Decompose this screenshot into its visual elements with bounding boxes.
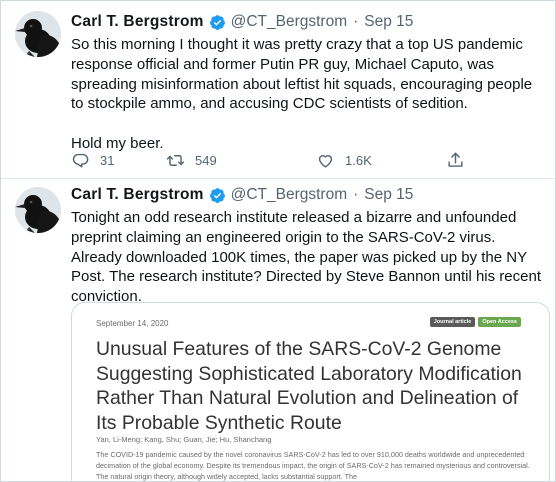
retweet-button[interactable]: 549 bbox=[166, 149, 217, 171]
timeline: Carl T. Bergstrom @CT_Bergstrom · Sep 15… bbox=[0, 0, 556, 482]
crow-avatar-icon bbox=[15, 187, 61, 233]
crow-avatar-icon bbox=[15, 11, 61, 57]
avatar[interactable] bbox=[15, 187, 61, 233]
paper-authors: Yan, Li-Meng; Kang, Shu; Guan, Jie; Hu, … bbox=[96, 435, 272, 444]
avatar[interactable] bbox=[15, 11, 61, 57]
journal-article-badge: Journal article bbox=[429, 317, 476, 327]
reply-button[interactable]: 31 bbox=[71, 149, 114, 171]
like-icon bbox=[318, 154, 333, 168]
retweet-icon bbox=[166, 154, 185, 166]
separator-dot: · bbox=[353, 186, 359, 203]
paper-badges: Journal article Open Access bbox=[429, 317, 521, 327]
tweet-header: Carl T. Bergstrom @CT_Bergstrom · Sep 15 bbox=[71, 11, 413, 33]
like-button[interactable]: 1.6K bbox=[316, 149, 372, 171]
author-name[interactable]: Carl T. Bergstrom bbox=[71, 186, 204, 204]
paper-abstract: The COVID-19 pandemic caused by the nove… bbox=[96, 450, 530, 481]
tweet-text: Tonight an odd research institute releas… bbox=[71, 209, 546, 306]
paper-date: September 14, 2020 bbox=[96, 319, 169, 328]
paper-preview-card[interactable]: September 14, 2020 Journal article Open … bbox=[71, 302, 550, 481]
tweet[interactable]: Carl T. Bergstrom @CT_Bergstrom · Sep 15… bbox=[1, 1, 555, 179]
verified-badge-icon bbox=[209, 187, 225, 203]
like-count: 1.6K bbox=[345, 152, 372, 168]
reply-icon bbox=[72, 153, 89, 168]
tweet-actions: 31 549 1.6K bbox=[71, 149, 491, 171]
tweet[interactable]: Carl T. Bergstrom @CT_Bergstrom · Sep 15… bbox=[1, 179, 555, 481]
author-name[interactable]: Carl T. Bergstrom bbox=[71, 13, 204, 31]
reply-count: 31 bbox=[100, 152, 115, 168]
open-access-badge: Open Access bbox=[478, 317, 521, 327]
verified-badge-icon bbox=[209, 14, 225, 30]
separator-dot: · bbox=[353, 13, 359, 30]
share-icon bbox=[448, 152, 463, 167]
retweet-count: 549 bbox=[195, 152, 217, 168]
tweet-header: Carl T. Bergstrom @CT_Bergstrom · Sep 15 bbox=[71, 184, 413, 206]
tweet-date[interactable]: Sep 15 bbox=[364, 186, 413, 204]
paper-title: Unusual Features of the SARS-CoV-2 Genom… bbox=[96, 338, 522, 434]
author-handle[interactable]: @CT_Bergstrom bbox=[231, 186, 348, 204]
author-handle[interactable]: @CT_Bergstrom bbox=[231, 13, 348, 31]
share-button[interactable] bbox=[446, 149, 475, 171]
tweet-text: So this morning I thought it was pretty … bbox=[71, 36, 533, 152]
tweet-date[interactable]: Sep 15 bbox=[364, 13, 413, 31]
